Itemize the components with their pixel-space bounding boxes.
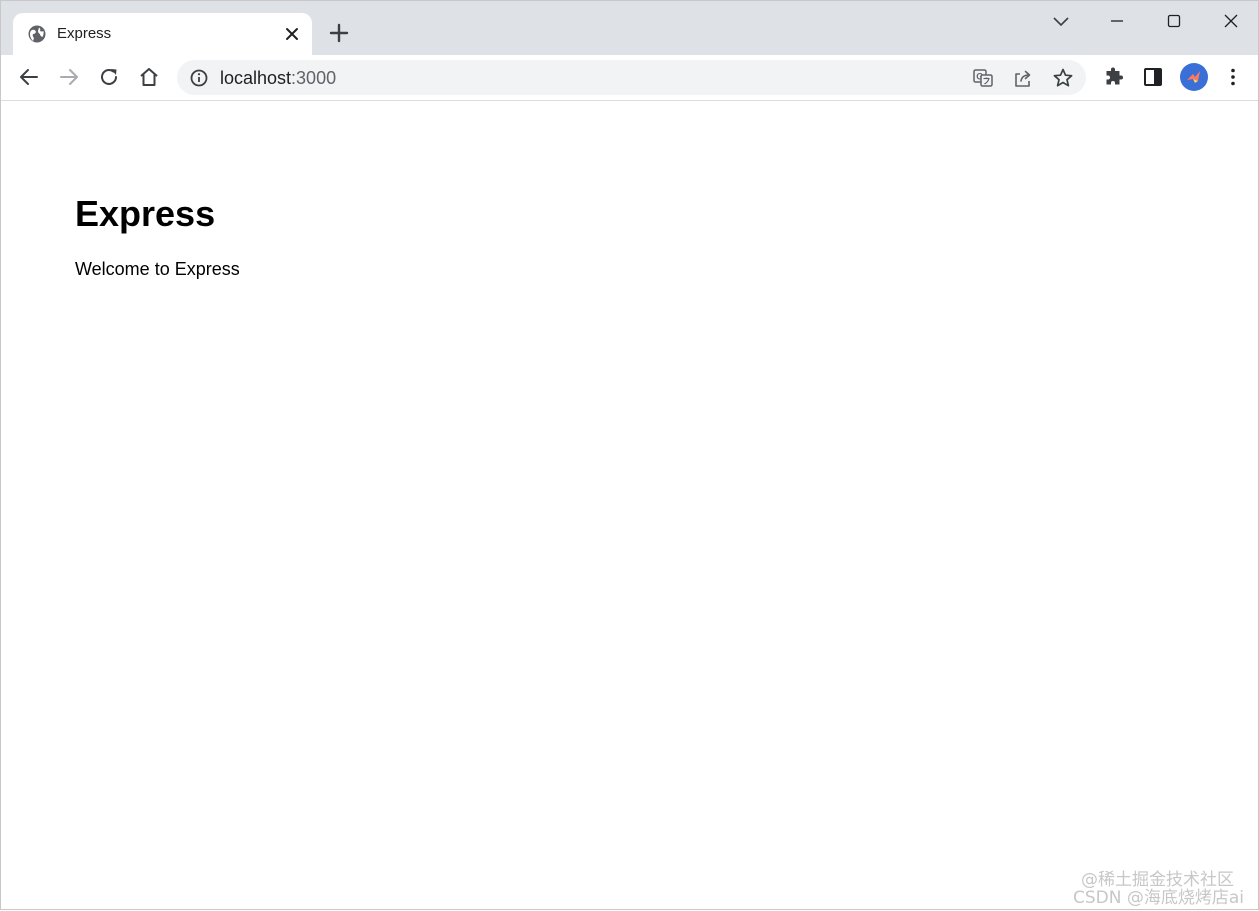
arrow-left-icon[interactable] <box>17 65 41 89</box>
puzzle-icon[interactable] <box>1102 65 1126 89</box>
arrow-right-icon[interactable] <box>57 65 81 89</box>
browser-toolbar: localhost:3000 G <box>1 55 1258 101</box>
tab-strip: Express <box>1 1 1258 55</box>
close-window-icon[interactable] <box>1219 9 1243 33</box>
maximize-icon[interactable] <box>1162 9 1186 33</box>
plus-icon[interactable] <box>328 22 350 44</box>
minimize-icon[interactable] <box>1105 9 1129 33</box>
chevron-down-icon[interactable] <box>1049 9 1073 33</box>
url-host: localhost <box>220 68 292 88</box>
share-icon[interactable] <box>1012 67 1034 89</box>
side-panel-icon[interactable] <box>1141 65 1165 89</box>
page-heading: Express <box>75 193 216 234</box>
url-port: :3000 <box>291 68 337 88</box>
tab-title: Express <box>57 25 112 42</box>
watermark-line-2: CSDN @海底烧烤店ai <box>1072 888 1244 908</box>
star-icon[interactable] <box>1052 67 1074 89</box>
kebab-menu-icon[interactable] <box>1221 65 1245 89</box>
avatar-image <box>1187 71 1200 83</box>
reload-icon[interactable] <box>97 65 121 89</box>
url-text: localhost:3000 <box>220 68 336 89</box>
home-icon[interactable] <box>137 65 161 89</box>
tab-express[interactable]: Express <box>13 13 312 55</box>
close-icon[interactable] <box>282 24 302 44</box>
info-icon[interactable] <box>189 68 209 88</box>
globe-icon <box>28 25 46 43</box>
page-paragraph: Welcome to Express <box>75 259 240 279</box>
address-bar[interactable]: localhost:3000 G <box>177 60 1086 95</box>
profile-avatar[interactable] <box>1180 63 1208 91</box>
browser-window: Express localhost:3000 G Express Welcome… <box>0 0 1259 910</box>
translate-icon[interactable]: G <box>972 67 994 89</box>
page-viewport: Express Welcome to Express <box>1 101 1258 911</box>
